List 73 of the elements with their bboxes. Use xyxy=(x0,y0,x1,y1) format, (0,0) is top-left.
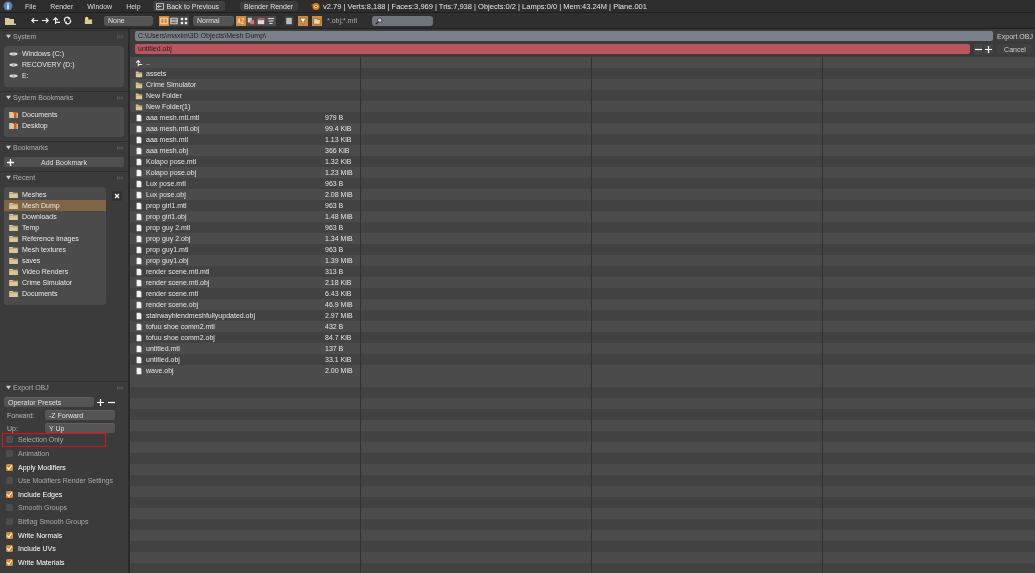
folder-icon xyxy=(9,191,18,198)
sort-icon xyxy=(247,16,255,25)
logo-icon xyxy=(310,1,321,11)
drive-icon xyxy=(9,72,18,79)
drive-icon xyxy=(9,61,18,68)
sort-icon xyxy=(257,16,265,25)
search-field[interactable] xyxy=(372,15,433,26)
new-folder-icon[interactable] xyxy=(84,16,93,25)
drive-icon xyxy=(9,50,18,57)
filter-toggle[interactable] xyxy=(312,15,322,26)
checkmark-icon xyxy=(6,490,13,498)
filter-toggle[interactable] xyxy=(284,15,294,26)
increment-button[interactable] xyxy=(984,44,993,54)
plus-icon xyxy=(7,158,14,166)
folder-icon xyxy=(9,202,18,209)
editor-type-icon[interactable] xyxy=(4,15,16,26)
display-mode-icon xyxy=(180,16,188,25)
sort-mode-button[interactable] xyxy=(256,15,266,26)
folder-icon xyxy=(9,279,18,286)
folder-icon xyxy=(135,102,143,111)
info-icon[interactable] xyxy=(3,1,13,11)
checkbox[interactable] xyxy=(6,490,13,498)
display-mode-button[interactable] xyxy=(169,15,179,26)
checkbox[interactable] xyxy=(6,531,13,539)
plus-icon xyxy=(985,45,992,53)
checkbox[interactable] xyxy=(6,558,13,566)
grip-icon[interactable] xyxy=(117,385,124,390)
display-mode-button[interactable] xyxy=(179,15,189,26)
sort-mode-button[interactable] xyxy=(246,15,256,26)
grip-icon[interactable] xyxy=(117,95,124,100)
expand-triangle-icon[interactable] xyxy=(6,385,11,391)
folder-icon xyxy=(9,268,18,275)
sort-mode-button[interactable] xyxy=(236,15,246,26)
checkmark-icon xyxy=(6,463,13,471)
folder-icon xyxy=(9,246,18,253)
display-mode-icon xyxy=(170,16,178,25)
parent-directory-icon[interactable] xyxy=(52,16,61,25)
plus-icon xyxy=(97,398,104,406)
bookmark-folder-icon xyxy=(9,111,18,118)
back-icon xyxy=(155,2,164,10)
expand-triangle-icon[interactable] xyxy=(6,175,11,180)
decrement-button[interactable] xyxy=(974,44,983,54)
refresh-icon[interactable] xyxy=(63,16,72,25)
forward-arrow-icon[interactable] xyxy=(41,16,50,25)
folder-icon xyxy=(9,213,18,220)
back-arrow-icon[interactable] xyxy=(30,16,39,25)
clear-recent-button[interactable] xyxy=(112,191,122,201)
parent-directory-icon xyxy=(135,58,143,67)
grip-icon[interactable] xyxy=(117,175,124,180)
checkbox[interactable] xyxy=(6,545,13,553)
folder-icon xyxy=(135,80,143,89)
filter-toggle[interactable] xyxy=(298,15,308,26)
folder-icon xyxy=(9,257,18,264)
search-icon xyxy=(375,16,383,25)
sort-icon xyxy=(237,16,245,25)
folder-icon xyxy=(135,69,143,78)
grip-icon[interactable] xyxy=(117,34,124,39)
folder-icon xyxy=(135,91,143,100)
sort-icon xyxy=(267,16,275,25)
display-mode-button[interactable] xyxy=(159,15,169,26)
close-icon xyxy=(114,193,120,199)
add-preset-button[interactable] xyxy=(96,397,105,408)
expand-triangle-icon[interactable] xyxy=(6,145,11,150)
expand-triangle-icon[interactable] xyxy=(6,34,11,39)
expand-triangle-icon[interactable] xyxy=(6,95,11,100)
folder-icon xyxy=(9,290,18,297)
display-mode-icon xyxy=(160,16,168,25)
bookmark-folder-icon xyxy=(9,122,18,129)
folder-icon xyxy=(9,224,18,231)
grip-icon[interactable] xyxy=(117,145,124,150)
folder-icon xyxy=(9,235,18,242)
sort-mode-button[interactable] xyxy=(266,15,276,26)
checkbox[interactable] xyxy=(6,463,13,471)
